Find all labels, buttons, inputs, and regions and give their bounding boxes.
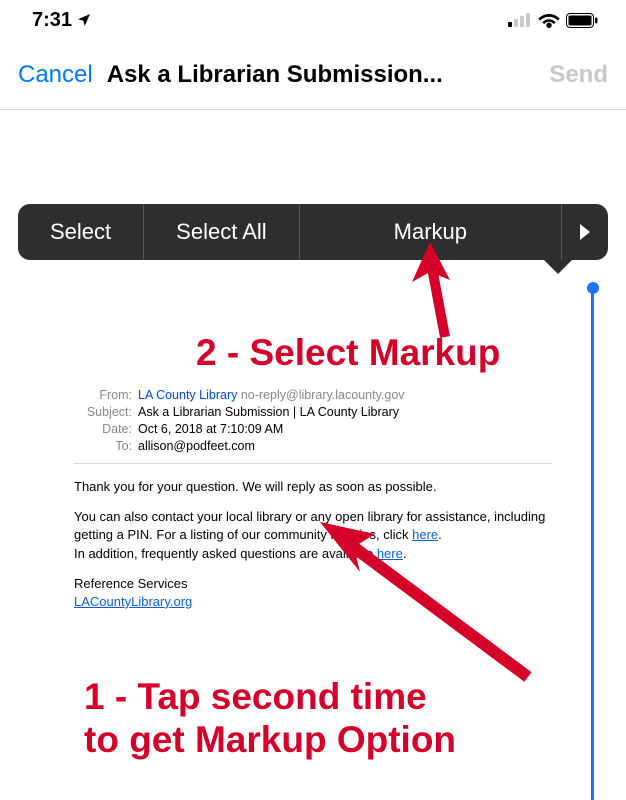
status-icons [508,12,598,28]
body-p2: You can also contact your local library … [74,508,552,563]
menu-caret-icon [544,260,572,274]
location-icon [76,12,92,28]
annotation-step1-line2: to get Markup Option [84,719,456,760]
send-button[interactable]: Send [549,61,608,89]
battery-icon [566,13,598,28]
email-body[interactable]: Thank you for your question. We will rep… [74,478,552,611]
to-label: To: [74,439,132,453]
from-value: LA County Library no-reply@library.lacou… [138,388,552,402]
menu-markup[interactable]: Markup [300,204,562,260]
annotation-step1: 1 - Tap second time to get Markup Option [84,676,456,761]
selection-edge [591,290,594,800]
annotation-step2: 2 - Select Markup [196,332,500,375]
signature: Reference Services LACountyLibrary.org [74,575,552,611]
date-label: Date: [74,422,132,436]
cellular-icon [508,13,532,27]
status-time-group: 7:31 [32,9,92,32]
menu-select[interactable]: Select [18,204,144,260]
triangle-right-icon [578,224,592,240]
subject-label: Subject: [74,405,132,419]
text-context-menu: Select Select All Markup [18,204,608,260]
email-header: From: LA County Library no-reply@library… [74,388,552,464]
subject-value: Ask a Librarian Submission | LA County L… [138,405,552,419]
sig-link[interactable]: LACountyLibrary.org [74,594,192,609]
wifi-icon [538,12,560,28]
from-email: no-reply@library.lacounty.gov [241,388,405,402]
compose-navbar: Cancel Ask a Librarian Submission... Sen… [0,40,626,110]
date-value: Oct 6, 2018 at 7:10:09 AM [138,422,552,436]
to-value: allison@podfeet.com [138,439,552,453]
from-label: From: [74,388,132,402]
here-link-1[interactable]: here [412,527,438,542]
status-time: 7:31 [32,9,72,32]
from-name: LA County Library [138,388,237,402]
compose-title: Ask a Librarian Submission... [107,61,536,89]
sig-line1: Reference Services [74,576,187,591]
email-content[interactable]: From: LA County Library no-reply@library… [74,388,552,623]
menu-more[interactable] [562,204,608,260]
status-bar: 7:31 [0,0,626,40]
annotation-step1-line1: 1 - Tap second time [84,676,427,717]
body-p1: Thank you for your question. We will rep… [74,478,552,496]
menu-select-all[interactable]: Select All [144,204,300,260]
cancel-button[interactable]: Cancel [18,61,93,89]
here-link-2[interactable]: here [377,546,403,561]
